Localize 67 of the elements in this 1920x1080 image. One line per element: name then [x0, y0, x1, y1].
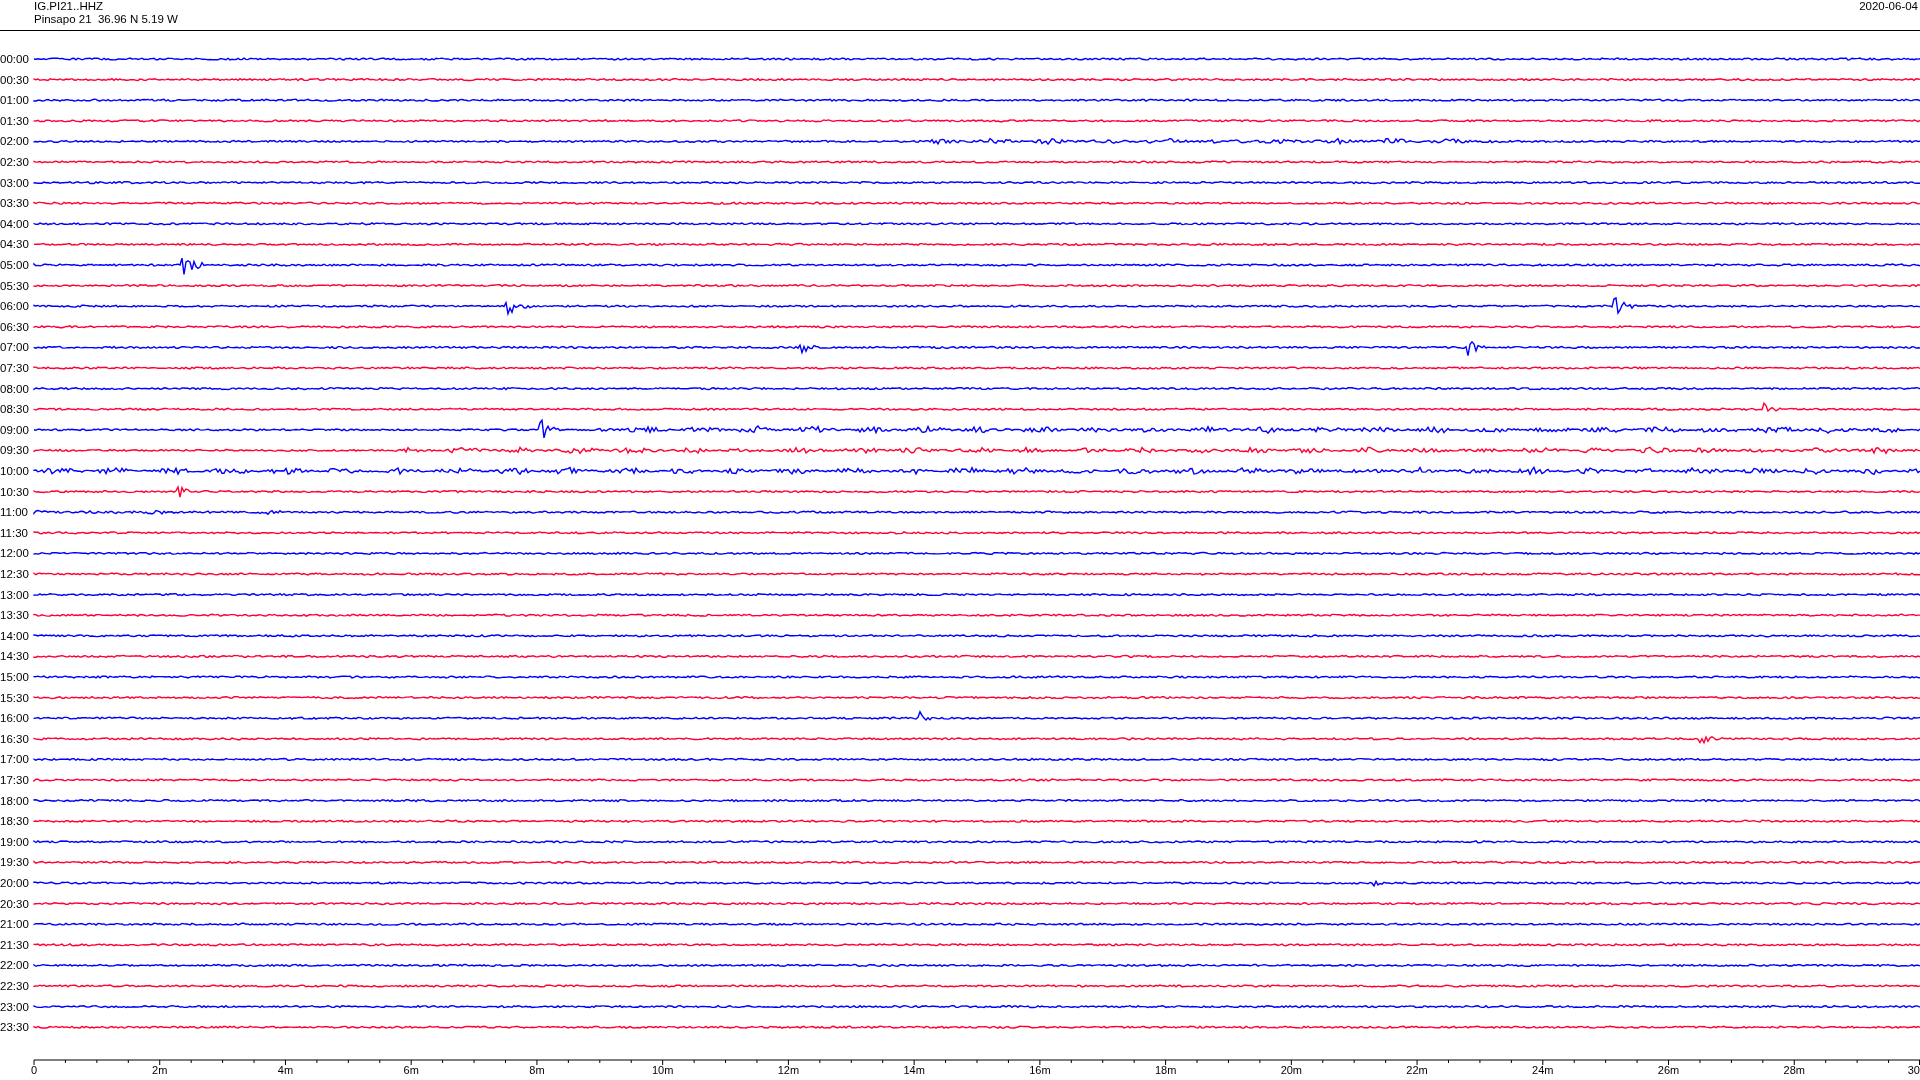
time-label: 00:30: [0, 73, 29, 86]
axis-tick-label: 30: [1907, 1064, 1920, 1076]
time-label: 01:00: [0, 94, 29, 107]
axis-tick-label: 6m: [403, 1064, 419, 1076]
axis-tick-label: 22m: [1406, 1064, 1428, 1076]
axis-tick-label: 4m: [277, 1064, 294, 1076]
date-label: 2020-06-04: [1859, 0, 1918, 14]
time-label: 08:00: [0, 382, 29, 395]
time-label: 14:30: [0, 650, 29, 663]
axis-tick-label: 0: [31, 1064, 38, 1076]
time-label: 22:00: [0, 959, 29, 972]
time-label: 04:30: [0, 238, 29, 251]
time-label: 12:00: [0, 547, 29, 560]
time-label: 01:30: [0, 114, 29, 127]
time-label: 15:00: [0, 671, 29, 683]
time-label: 21:30: [0, 938, 29, 951]
time-label: 00:00: [0, 53, 29, 65]
time-label: 05:30: [0, 279, 29, 292]
time-label: 06:30: [0, 320, 29, 333]
time-label: 10:30: [0, 485, 29, 498]
time-label: 21:00: [0, 918, 29, 931]
axis-tick-label: 18m: [1154, 1064, 1177, 1076]
time-label: 19:30: [0, 856, 29, 869]
time-label: 18:00: [0, 794, 29, 807]
axis-tick-label: 20m: [1280, 1064, 1303, 1076]
time-label: 10:00: [0, 465, 29, 477]
time-label: 04:00: [0, 217, 29, 230]
time-label: 02:00: [0, 135, 29, 148]
time-label: 17:00: [0, 753, 29, 766]
time-label: 23:00: [0, 1000, 29, 1013]
axis-tick-label: 10m: [651, 1064, 674, 1076]
time-label: 17:30: [0, 774, 29, 786]
time-label: 13:00: [0, 588, 29, 601]
time-label: 23:30: [0, 1021, 29, 1034]
time-label: 07:30: [0, 362, 29, 374]
time-label: 11:00: [0, 506, 28, 519]
time-label: 07:00: [0, 341, 29, 354]
time-label: 03:00: [0, 176, 29, 189]
station-code: IG.PI21..HHZ: [34, 0, 105, 13]
time-label: 13:30: [0, 609, 29, 622]
time-label: 19:00: [0, 835, 29, 848]
time-label: 14:00: [0, 629, 29, 642]
time-label: 15:30: [0, 691, 29, 704]
axis-tick-label: 26m: [1657, 1064, 1680, 1076]
time-label: 02:30: [0, 156, 29, 168]
axis-tick-label: 8m: [529, 1064, 545, 1076]
axis-tick-label: 28m: [1783, 1064, 1805, 1076]
time-label: 09:30: [0, 444, 29, 457]
axis-tick-label: 2m: [152, 1064, 168, 1076]
time-label: 06:00: [0, 300, 29, 313]
axis-tick-label: 14m: [903, 1064, 925, 1076]
time-label: 11:30: [0, 526, 28, 539]
time-label: 09:00: [0, 423, 29, 436]
time-label: 03:30: [0, 197, 29, 210]
axis-tick-label: 16m: [1029, 1064, 1051, 1076]
time-label: 12:30: [0, 568, 29, 580]
time-label: 20:30: [0, 897, 29, 910]
time-label: 22:30: [0, 980, 29, 992]
station-info: Pinsapo 21 36.96 N 5.19 W: [34, 13, 178, 26]
time-label: 16:30: [0, 732, 29, 745]
time-label: 16:00: [0, 712, 29, 725]
time-label: 18:30: [0, 815, 29, 828]
axis-tick-label: 24m: [1532, 1064, 1554, 1076]
time-label: 08:30: [0, 403, 29, 416]
time-label: 20:00: [0, 877, 29, 889]
axis-tick-label: 12m: [777, 1064, 800, 1076]
time-label: 05:00: [0, 259, 29, 271]
